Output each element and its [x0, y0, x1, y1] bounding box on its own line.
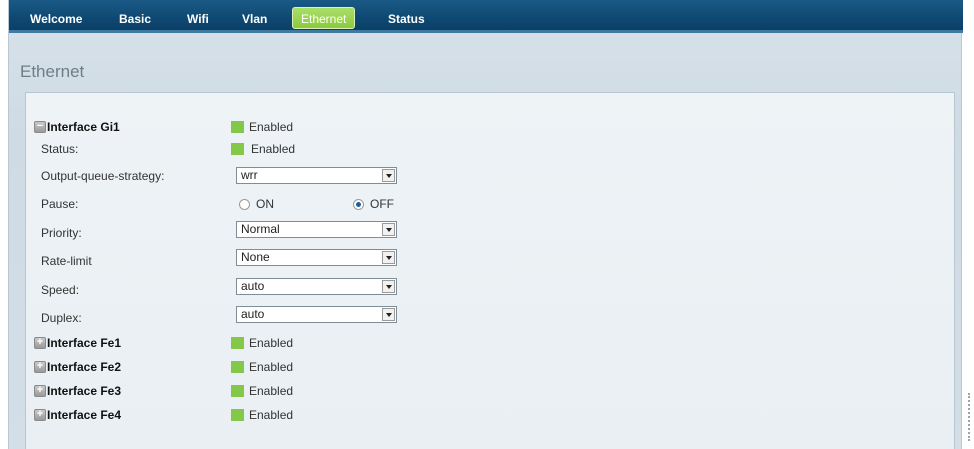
status-indicator-icon [231, 385, 244, 397]
interface-fe2-state: Enabled [249, 360, 294, 374]
pause-label: Pause: [41, 197, 79, 211]
pause-off-radio[interactable]: OFF [353, 197, 394, 211]
page-title: Ethernet [20, 62, 85, 81]
interface-gi1-status: Enabled [231, 120, 293, 134]
priority-select[interactable]: Normal [236, 221, 397, 238]
interface-fe2-header[interactable]: + Interface Fe2 [34, 360, 121, 374]
rate-limit-label: Rate-limit [41, 254, 92, 268]
chevron-down-icon[interactable] [382, 308, 395, 321]
duplex-select[interactable]: auto [236, 306, 397, 323]
rate-limit-select[interactable]: None [236, 249, 397, 266]
chevron-down-icon[interactable] [382, 169, 395, 182]
status-indicator-icon [231, 409, 244, 421]
interface-fe4-status: Enabled [231, 408, 293, 422]
status-value: Enabled [231, 142, 295, 156]
interface-fe1-state: Enabled [249, 336, 294, 350]
expand-icon[interactable]: + [34, 385, 46, 397]
nav-tab-status[interactable]: Status [388, 8, 425, 30]
status-value-text: Enabled [251, 142, 296, 156]
interface-fe2-status: Enabled [231, 360, 293, 374]
page-edge-marker [968, 393, 970, 441]
expand-icon[interactable]: + [34, 337, 46, 349]
pause-off-label: OFF [370, 197, 394, 211]
status-label: Status: [41, 142, 79, 156]
app-frame: Welcome Basic Wifi Vlan Ethernet Status … [8, 0, 963, 449]
nav-tab-wifi[interactable]: Wifi [187, 8, 209, 30]
interface-gi1-state: Enabled [249, 120, 294, 134]
duplex-value: auto [241, 307, 265, 321]
radio-unchecked-icon[interactable] [239, 198, 250, 210]
radio-checked-icon[interactable] [353, 198, 364, 210]
status-indicator-icon [231, 121, 244, 133]
chevron-down-icon[interactable] [382, 280, 395, 293]
interface-fe4-state: Enabled [249, 408, 294, 422]
pause-on-label: ON [256, 197, 274, 211]
top-navbar: Welcome Basic Wifi Vlan Ethernet Status [9, 0, 963, 33]
pause-on-radio[interactable]: ON [239, 197, 274, 211]
nav-tab-basic[interactable]: Basic [119, 8, 151, 30]
chevron-down-icon[interactable] [382, 223, 395, 236]
nav-tab-ethernet[interactable]: Ethernet [292, 7, 356, 29]
collapse-icon[interactable]: − [34, 121, 46, 133]
interface-fe1-header[interactable]: + Interface Fe1 [34, 336, 121, 350]
output-queue-strategy-value: wrr [241, 168, 258, 182]
speed-value: auto [241, 279, 265, 293]
interface-fe1-label: Interface Fe1 [47, 336, 122, 350]
priority-value: Normal [241, 222, 280, 236]
duplex-label: Duplex: [41, 311, 82, 325]
status-indicator-icon [231, 143, 244, 155]
nav-tab-vlan[interactable]: Vlan [242, 8, 267, 30]
speed-label: Speed: [41, 283, 80, 297]
interface-fe3-state: Enabled [249, 384, 294, 398]
interface-gi1-label: Interface Gi1 [47, 120, 120, 134]
output-queue-strategy-select[interactable]: wrr [236, 167, 397, 184]
interface-fe2-label: Interface Fe2 [47, 360, 122, 374]
interface-gi1-header[interactable]: − Interface Gi1 [34, 120, 120, 134]
interface-fe4-label: Interface Fe4 [47, 408, 122, 422]
interface-fe3-header[interactable]: + Interface Fe3 [34, 384, 121, 398]
priority-label: Priority: [41, 226, 82, 240]
interface-fe3-status: Enabled [231, 384, 293, 398]
speed-select[interactable]: auto [236, 278, 397, 295]
status-indicator-icon [231, 337, 244, 349]
rate-limit-value: None [241, 250, 270, 264]
ethernet-panel: − Interface Gi1 Enabled Status: Enabled … [25, 92, 955, 449]
expand-icon[interactable]: + [34, 361, 46, 373]
expand-icon[interactable]: + [34, 409, 46, 421]
interface-fe1-status: Enabled [231, 336, 293, 350]
interface-fe4-header[interactable]: + Interface Fe4 [34, 408, 121, 422]
interface-fe3-label: Interface Fe3 [47, 384, 122, 398]
output-queue-strategy-label: Output-queue-strategy: [41, 169, 165, 183]
nav-tab-welcome[interactable]: Welcome [30, 8, 82, 30]
chevron-down-icon[interactable] [382, 251, 395, 264]
status-indicator-icon [231, 361, 244, 373]
